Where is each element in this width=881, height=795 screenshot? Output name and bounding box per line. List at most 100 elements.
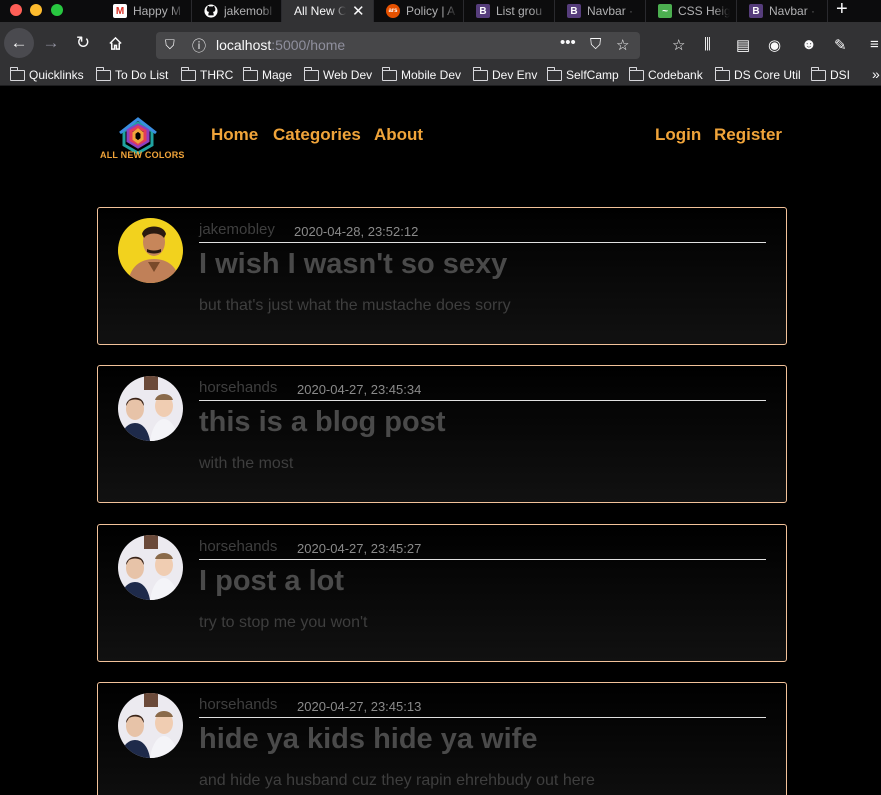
sidebar-icon[interactable]: ▤ (736, 36, 750, 54)
new-tab-icon[interactable]: + (836, 0, 848, 21)
browser-tab[interactable]: B Navbar · (555, 0, 646, 22)
post-date: 2020-04-28, 23:52:12 (294, 224, 419, 239)
post-card[interactable]: jakemobley 2020-04-28, 23:52:12 I wish I… (97, 207, 787, 345)
page-actions-icon[interactable]: ••• (560, 34, 576, 51)
tab-label: Navbar · (769, 4, 816, 18)
folder-icon (304, 66, 319, 81)
nav-about-link[interactable]: About (374, 125, 423, 145)
avatar[interactable] (118, 693, 183, 758)
post-date: 2020-04-27, 23:45:13 (297, 699, 422, 714)
register-link[interactable]: Register (714, 125, 782, 145)
bookmark-folder[interactable]: DS Core Util (715, 66, 801, 82)
login-link[interactable]: Login (655, 125, 701, 145)
post-author[interactable]: jakemobley (199, 221, 275, 238)
bookmarks-bar: Quicklinks To Do List THRC Mage Web Dev … (0, 64, 881, 86)
folder-icon (547, 66, 562, 81)
home-icon (108, 36, 122, 50)
post-title[interactable]: hide ya kids hide ya wife (199, 723, 537, 756)
post-body: but that's just what the mustache does s… (199, 297, 511, 314)
avatar[interactable] (118, 376, 183, 441)
tab-label: Policy | A (406, 4, 456, 18)
folder-icon (10, 66, 25, 81)
post-body: try to stop me you won't (199, 614, 368, 631)
pocket-icon[interactable]: ⛉ (590, 36, 601, 53)
bookmarks-overflow-button[interactable]: » (872, 66, 880, 82)
info-icon[interactable]: ⓘ (192, 36, 206, 56)
post-card[interactable]: horsehands 2020-04-27, 23:45:13 hide ya … (97, 682, 787, 795)
bookmark-folder[interactable]: Web Dev (304, 66, 372, 82)
post-card[interactable]: horsehands 2020-04-27, 23:45:27 I post a… (97, 524, 787, 662)
extension-icon[interactable]: ☻ (801, 36, 817, 53)
post-author[interactable]: horsehands (199, 379, 277, 396)
chart-icon: ~ (658, 4, 672, 18)
avatar[interactable] (118, 535, 183, 600)
github-icon (204, 4, 218, 18)
folder-icon (473, 66, 488, 81)
browser-tab[interactable]: M Happy M (101, 0, 192, 22)
menu-icon[interactable]: ≡ (870, 36, 879, 53)
close-window-button[interactable] (10, 4, 22, 16)
bootstrap-icon: B (476, 4, 490, 18)
bookmark-star-icon[interactable]: ☆ (616, 36, 629, 54)
bookmark-folder[interactable]: To Do List (96, 66, 168, 82)
browser-tab[interactable]: B List grou (464, 0, 555, 22)
post-divider (199, 400, 766, 401)
browser-tab[interactable]: B Navbar · (737, 0, 828, 22)
folder-icon (181, 66, 196, 81)
browser-tab-active[interactable]: All New C ✕ (282, 0, 374, 22)
forward-button[interactable]: → (38, 30, 64, 56)
post-divider (199, 559, 766, 560)
tab-label: CSS Heig (678, 4, 730, 18)
bootstrap-icon: B (749, 4, 763, 18)
minimize-window-button[interactable] (30, 4, 42, 16)
folder-icon (96, 66, 111, 81)
post-author[interactable]: horsehands (199, 696, 277, 713)
page-viewport: ALL NEW COLORS Home Categories About Log… (0, 87, 881, 795)
post-date: 2020-04-27, 23:45:34 (297, 382, 422, 397)
ars-icon: ars (386, 4, 400, 18)
bookmark-folder[interactable]: Mobile Dev (382, 66, 461, 82)
browser-tab[interactable]: ~ CSS Heig (646, 0, 737, 22)
nav-categories-link[interactable]: Categories (273, 125, 361, 145)
bookmarks-star-icon[interactable]: ☆ (672, 36, 685, 54)
back-button[interactable]: ← (4, 28, 34, 58)
nav-home-link[interactable]: Home (211, 125, 258, 145)
bookmark-folder[interactable]: Codebank (629, 66, 703, 82)
tab-label: List grou (496, 4, 543, 18)
tab-label: Navbar · (587, 4, 634, 18)
bookmark-folder[interactable]: DSI (811, 66, 850, 82)
post-date: 2020-04-27, 23:45:27 (297, 541, 422, 556)
home-button[interactable] (102, 30, 128, 56)
tab-label: All New C (294, 4, 346, 18)
shield-icon[interactable]: ⛉ (165, 37, 175, 53)
folder-icon (243, 66, 258, 81)
browser-tab[interactable]: jakemobl (192, 0, 282, 22)
bookmark-folder[interactable]: Quicklinks (10, 66, 84, 82)
tab-label: jakemobl (224, 4, 273, 18)
bookmark-folder[interactable]: Mage (243, 66, 292, 82)
tab-label: Happy M (133, 4, 182, 18)
reload-button[interactable]: ↻ (70, 30, 96, 56)
bootstrap-icon: B (567, 4, 581, 18)
post-body: with the most (199, 455, 294, 472)
folder-icon (715, 66, 730, 81)
post-card[interactable]: horsehands 2020-04-27, 23:45:34 this is … (97, 365, 787, 503)
close-tab-icon[interactable]: ✕ (352, 2, 365, 20)
library-icon[interactable]: ⫼ (704, 36, 711, 53)
account-icon[interactable]: ◉ (768, 36, 781, 54)
bookmark-folder[interactable]: Dev Env (473, 66, 537, 82)
post-body: and hide ya husband cuz they rapin ehreh… (199, 772, 595, 789)
url-text[interactable]: localhost:5000/home (216, 37, 345, 53)
maximize-window-button[interactable] (51, 4, 63, 16)
post-divider (199, 717, 766, 718)
browser-tab[interactable]: ars Policy | A (374, 0, 464, 22)
bookmark-folder[interactable]: THRC (181, 66, 233, 82)
post-title[interactable]: I wish I wasn't so sexy (199, 248, 507, 281)
folder-icon (629, 66, 644, 81)
avatar[interactable] (118, 218, 183, 283)
post-title[interactable]: this is a blog post (199, 406, 446, 439)
dropper-icon[interactable]: ✎ (834, 36, 847, 54)
post-title[interactable]: I post a lot (199, 565, 344, 598)
bookmark-folder[interactable]: SelfCamp (547, 66, 619, 82)
post-author[interactable]: horsehands (199, 538, 277, 555)
